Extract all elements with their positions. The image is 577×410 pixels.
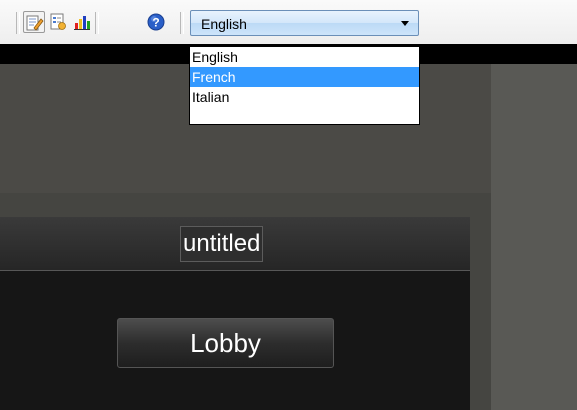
- toolbar-separator: [16, 12, 20, 34]
- panel-title[interactable]: untitled: [180, 226, 264, 262]
- language-option[interactable]: Italian: [190, 87, 419, 107]
- toolbar-separator: [95, 12, 99, 34]
- chevron-down-icon[interactable]: [401, 21, 409, 26]
- lobby-button[interactable]: Lobby: [117, 318, 334, 368]
- language-select[interactable]: English: [190, 10, 419, 36]
- language-dropdown-list: English French Italian: [189, 46, 420, 125]
- svg-text:?: ?: [152, 16, 159, 30]
- chart-icon: [74, 16, 90, 30]
- properties-button[interactable]: [47, 11, 69, 33]
- language-select-value: English: [201, 16, 247, 32]
- language-option[interactable]: French: [190, 67, 419, 87]
- chart-button[interactable]: [71, 11, 93, 33]
- edit-button[interactable]: [23, 11, 45, 33]
- toolbar-separator: [180, 12, 184, 34]
- help-icon: ?: [147, 13, 165, 31]
- help-button[interactable]: ?: [145, 11, 167, 33]
- properties-icon: [50, 13, 66, 30]
- language-option[interactable]: English: [190, 47, 419, 67]
- edit-icon: [26, 15, 44, 31]
- toolbar: ? English: [0, 0, 577, 44]
- right-margin: [491, 64, 577, 410]
